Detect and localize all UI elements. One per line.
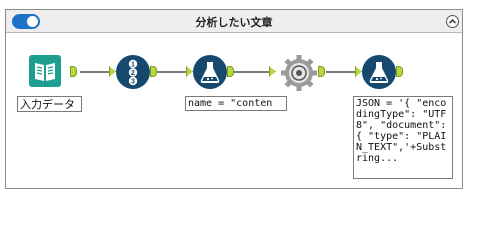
connection-4[interactable] <box>326 71 356 73</box>
input-data-tool[interactable] <box>28 54 62 88</box>
input-data-annotation: 入力データ <box>17 96 82 112</box>
record-id-output-anchor[interactable] <box>150 66 157 77</box>
formula-2-tool[interactable] <box>362 55 396 89</box>
collapse-icon[interactable] <box>446 15 459 28</box>
formula-1-tool[interactable] <box>193 55 227 89</box>
svg-text:2: 2 <box>131 70 135 77</box>
input-data-output-anchor[interactable] <box>70 66 77 77</box>
svg-text:3: 3 <box>131 79 135 86</box>
svg-text:1: 1 <box>131 62 135 69</box>
flask-icon <box>363 56 395 88</box>
connection-1[interactable] <box>80 71 110 73</box>
cross-tab-tool[interactable] <box>280 54 318 92</box>
connection-2[interactable] <box>157 71 187 73</box>
container-header: 分析したい文章 <box>6 10 462 33</box>
formula-1-output-anchor[interactable] <box>227 66 234 77</box>
cross-tab-output-anchor[interactable] <box>318 66 325 77</box>
book-icon <box>29 55 61 87</box>
record-id-tool[interactable]: 1 2 3 <box>116 55 150 89</box>
gear-icon <box>281 55 317 91</box>
numbered-list-icon: 1 2 3 <box>117 56 149 88</box>
formula-2-annotation: JSON = '{ "encodingType": "UTF8", "docum… <box>353 96 453 179</box>
formula-2-output-anchor[interactable] <box>396 66 403 77</box>
flask-icon <box>194 56 226 88</box>
formula-1-annotation: name = "content" <box>185 96 287 111</box>
container-title: 分析したい文章 <box>195 16 273 29</box>
connection-3[interactable] <box>229 71 270 73</box>
